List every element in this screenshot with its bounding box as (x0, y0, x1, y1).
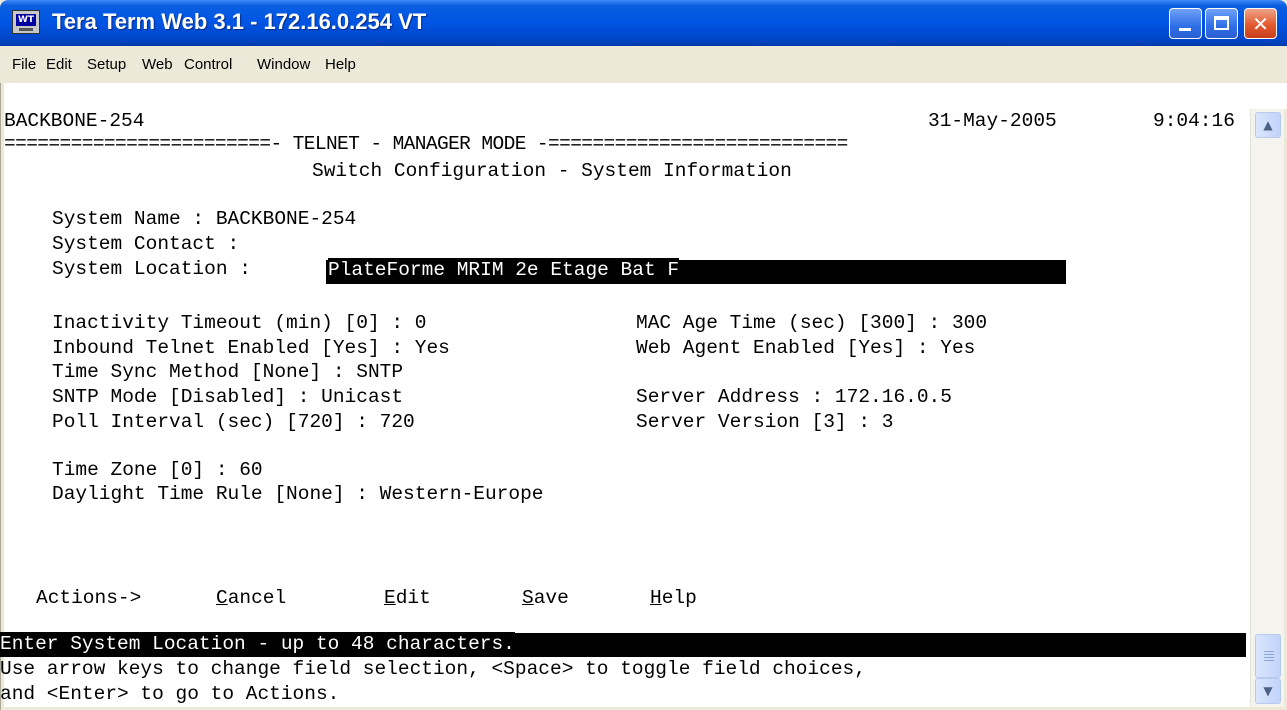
server-address-field[interactable]: Server Address : 172.16.0.5 (636, 385, 952, 409)
window-title: Tera Term Web 3.1 - 172.16.0.254 VT (52, 9, 427, 34)
time-sync-field[interactable]: Time Sync Method [None] : SNTP (52, 360, 403, 384)
maximize-icon (1214, 16, 1229, 30)
system-contact-field[interactable]: System Contact : (52, 232, 239, 256)
actions-label: Actions-> (36, 587, 142, 609)
title-bar[interactable]: WT Tera Term Web 3.1 - 172.16.0.254 VT ✕ (0, 0, 1287, 46)
tera-term-window: WT Tera Term Web 3.1 - 172.16.0.254 VT ✕… (0, 0, 1287, 710)
edit-action[interactable]: Edit (384, 586, 431, 610)
system-location-label: System Location : (52, 258, 251, 280)
scroll-down-button[interactable]: ▼ (1255, 678, 1281, 704)
chevron-up-icon: ▲ (1263, 118, 1273, 132)
scroll-thumb[interactable] (1255, 634, 1281, 678)
app-icon-label: WT (16, 14, 36, 26)
save-rest: ave (533, 587, 569, 609)
cancel-action[interactable]: Cancel (216, 586, 286, 610)
minimize-button[interactable] (1169, 8, 1202, 39)
menu-file[interactable]: File (12, 56, 36, 73)
menu-window[interactable]: Window (257, 56, 310, 73)
cancel-rest: ancel (227, 587, 287, 609)
menu-web[interactable]: Web (142, 56, 173, 73)
help-action[interactable]: Help (650, 586, 697, 610)
telnet-manager-banner: ========================- TELNET - MANAG… (4, 133, 848, 155)
date-display: 31-May-2005 (928, 110, 1057, 132)
close-icon: ✕ (1252, 12, 1269, 36)
chevron-down-icon: ▼ (1263, 684, 1273, 698)
menu-bar: File Edit Setup Web Control Window Help (0, 46, 1287, 83)
cancel-hotkey: C (216, 587, 228, 609)
hostname-header: BACKBONE-254 (4, 110, 145, 132)
sntp-mode-field[interactable]: SNTP Mode [Disabled] : Unicast (52, 385, 403, 409)
inactivity-timeout-field[interactable]: Inactivity Timeout (min) [0] : 0 (52, 311, 426, 335)
poll-interval-field[interactable]: Poll Interval (sec) [720] : 720 (52, 410, 415, 434)
close-button[interactable]: ✕ (1244, 8, 1277, 39)
server-version-field[interactable]: Server Version [3] : 3 (636, 410, 893, 434)
menu-control[interactable]: Control (184, 56, 232, 73)
system-name-field[interactable]: System Name : BACKBONE-254 (52, 207, 356, 231)
scroll-up-button[interactable]: ▲ (1255, 112, 1281, 138)
menu-edit[interactable]: Edit (46, 56, 72, 73)
time-display: 9:04:16 (1153, 110, 1235, 132)
menu-help[interactable]: Help (325, 56, 356, 73)
help-line-1: Use arrow keys to change field selection… (0, 658, 866, 680)
screen-title: Switch Configuration - System Informatio… (312, 160, 792, 182)
time-zone-field[interactable]: Time Zone [0] : 60 (52, 458, 263, 482)
minimize-icon (1179, 28, 1191, 31)
system-location-value[interactable]: PlateForme MRIM 2e Etage Bat F (328, 258, 680, 282)
help-hotkey: H (650, 587, 662, 609)
edit-rest: dit (395, 587, 431, 609)
tera-term-app-icon[interactable]: WT (12, 10, 40, 34)
save-hotkey: S (522, 587, 534, 609)
status-line: Enter System Location - up to 48 charact… (0, 632, 515, 656)
save-action[interactable]: Save (522, 586, 569, 610)
help-line-2: and <Enter> to go to Actions. (0, 683, 340, 705)
menu-setup[interactable]: Setup (87, 56, 126, 73)
web-agent-field[interactable]: Web Agent Enabled [Yes] : Yes (636, 336, 975, 360)
vertical-scrollbar[interactable]: ▲ ▼ (1250, 109, 1284, 707)
mac-age-time-field[interactable]: MAC Age Time (sec) [300] : 300 (636, 311, 987, 335)
maximize-button[interactable] (1205, 8, 1238, 39)
help-rest: elp (661, 587, 697, 609)
inbound-telnet-field[interactable]: Inbound Telnet Enabled [Yes] : Yes (52, 336, 450, 360)
edit-hotkey: E (384, 587, 396, 609)
daylight-rule-field[interactable]: Daylight Time Rule [None] : Western-Euro… (52, 482, 543, 506)
